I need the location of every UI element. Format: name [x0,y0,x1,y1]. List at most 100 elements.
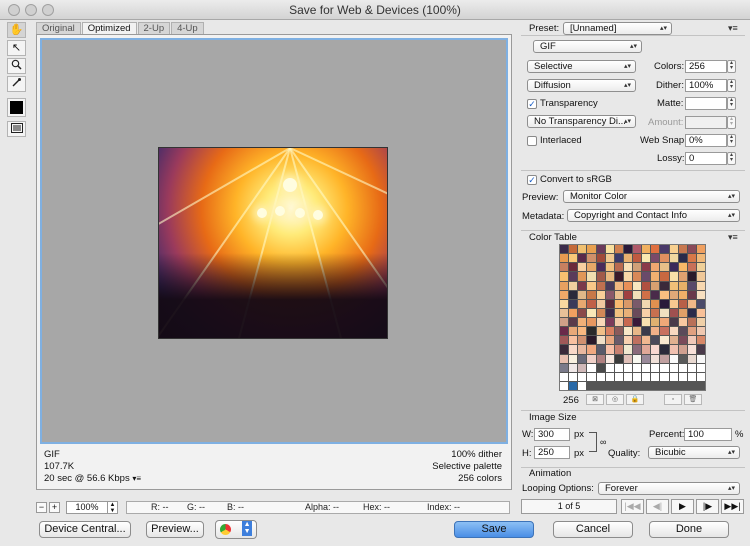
color-swatch[interactable] [696,336,705,345]
color-swatch[interactable] [578,354,587,363]
color-swatch[interactable] [669,308,678,317]
color-swatch[interactable] [687,254,696,263]
web-snap-stepper[interactable]: ▴ ▾ [727,134,736,147]
color-swatch[interactable] [605,345,614,354]
color-swatch[interactable] [660,354,669,363]
color-swatch[interactable] [560,281,569,290]
eyedropper-color-swatch[interactable] [7,98,26,117]
transparency-checkbox[interactable]: ✓ [527,99,537,109]
color-swatch[interactable] [678,308,687,317]
color-swatch[interactable] [596,354,605,363]
color-swatch[interactable] [633,263,642,272]
color-swatch[interactable] [596,299,605,308]
color-swatch[interactable] [651,318,660,327]
color-swatch[interactable] [687,345,696,354]
color-swatch[interactable] [660,299,669,308]
color-swatch[interactable] [678,345,687,354]
color-swatch[interactable] [578,263,587,272]
toggle-slices-tool[interactable] [7,121,26,137]
color-swatch[interactable] [642,299,651,308]
color-swatch[interactable] [587,327,596,336]
color-swatch[interactable] [633,354,642,363]
color-swatch[interactable] [696,345,705,354]
color-swatch[interactable] [651,308,660,317]
color-swatch[interactable] [569,290,578,299]
color-swatch[interactable] [596,245,605,254]
color-swatch[interactable] [633,272,642,281]
color-swatch[interactable] [678,281,687,290]
color-swatch[interactable] [569,381,578,390]
file-format-select[interactable]: GIF ▴▾ [533,40,642,53]
dither-stepper[interactable]: ▴ ▾ [727,79,736,92]
color-swatch[interactable] [605,318,614,327]
color-swatch[interactable] [633,318,642,327]
constrain-proportions-icon[interactable] [589,432,597,452]
color-swatch[interactable] [587,354,596,363]
color-swatch[interactable] [560,290,569,299]
color-swatch[interactable] [696,318,705,327]
color-swatch[interactable] [687,290,696,299]
color-swatch[interactable] [669,372,678,381]
color-swatch[interactable] [587,290,596,299]
color-swatch[interactable] [623,318,632,327]
color-swatch[interactable] [578,281,587,290]
color-swatch[interactable] [660,336,669,345]
color-swatch[interactable] [578,327,587,336]
color-swatch[interactable] [651,327,660,336]
color-swatch[interactable] [669,345,678,354]
tab-optimized[interactable]: Optimized [81,22,137,34]
color-swatch[interactable] [560,372,569,381]
color-swatch[interactable] [642,318,651,327]
color-swatch[interactable] [569,336,578,345]
amount-stepper[interactable]: ▴ ▾ [727,116,736,129]
color-swatch[interactable] [596,290,605,299]
color-swatch[interactable] [569,372,578,381]
color-swatch[interactable] [587,299,596,308]
color-swatch[interactable] [569,327,578,336]
color-swatch[interactable] [560,272,569,281]
color-swatch[interactable] [669,263,678,272]
color-swatch[interactable] [669,363,678,372]
color-swatch[interactable] [660,245,669,254]
color-swatch[interactable] [605,336,614,345]
color-swatch[interactable] [678,336,687,345]
color-swatch[interactable] [614,290,623,299]
matte-color-field[interactable] [685,97,727,110]
color-swatch[interactable] [669,299,678,308]
color-swatch[interactable] [578,381,587,390]
color-swatch[interactable] [660,254,669,263]
color-swatch[interactable] [614,363,623,372]
color-swatch[interactable] [696,363,705,372]
save-button[interactable]: Save [454,521,534,538]
dither-field[interactable]: 100% [685,79,727,92]
color-swatch[interactable] [678,245,687,254]
color-swatch[interactable] [569,263,578,272]
color-swatch[interactable] [651,299,660,308]
color-swatch[interactable] [696,272,705,281]
lock-color-icon[interactable]: 🔒 [626,394,644,405]
color-swatch[interactable] [560,363,569,372]
color-swatch[interactable] [696,327,705,336]
color-swatch[interactable] [660,272,669,281]
color-swatch[interactable] [596,281,605,290]
dither-algorithm-select[interactable]: Diffusion ▴▾ [527,79,636,92]
cancel-button[interactable]: Cancel [553,521,633,538]
color-swatch[interactable] [642,263,651,272]
color-swatch[interactable] [596,372,605,381]
color-swatch[interactable] [660,281,669,290]
color-swatch[interactable] [678,354,687,363]
color-swatch[interactable] [678,318,687,327]
matte-stepper[interactable]: ▴ ▾ [727,97,736,110]
color-swatch[interactable] [614,336,623,345]
color-swatch[interactable] [623,354,632,363]
color-swatch[interactable] [696,254,705,263]
color-swatch[interactable] [605,281,614,290]
color-swatch[interactable] [614,281,623,290]
color-swatch[interactable] [605,299,614,308]
zoom-in-button[interactable]: + [49,502,60,513]
slice-select-tool[interactable]: ↖ [7,40,26,56]
color-swatch[interactable] [623,263,632,272]
color-swatch[interactable] [569,363,578,372]
color-swatch[interactable] [623,254,632,263]
width-field[interactable]: 300 [534,428,570,441]
